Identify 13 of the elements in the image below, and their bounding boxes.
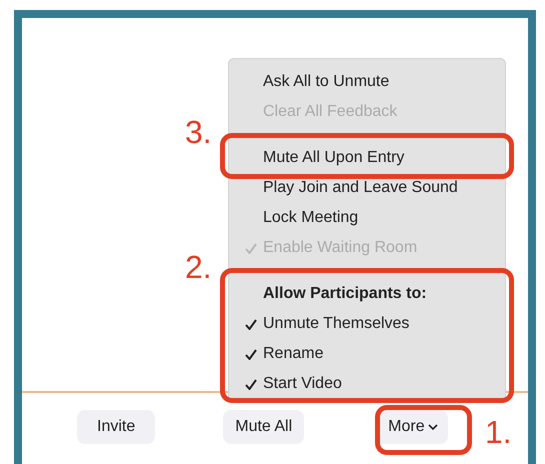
menu-item[interactable]: Unmute Themselves xyxy=(263,315,410,333)
menu-heading: Allow Participants to: xyxy=(263,285,427,303)
step-number: 3. xyxy=(185,116,212,148)
menu-item[interactable]: Ask All to Unmute xyxy=(263,73,390,91)
menu-item[interactable]: Rename xyxy=(263,345,324,363)
step-number: 1. xyxy=(485,416,512,448)
toolbar-button[interactable]: Invite xyxy=(77,410,156,444)
menu-item[interactable]: Lock Meeting xyxy=(263,209,358,227)
menu-item[interactable]: Start Video xyxy=(263,375,342,393)
toolbar-button[interactable]: Mute All xyxy=(223,410,304,444)
menu-item[interactable]: Play Join and Leave Sound xyxy=(263,179,458,197)
step-number: 2. xyxy=(185,251,212,283)
menu-item[interactable]: Mute All Upon Entry xyxy=(263,149,404,167)
